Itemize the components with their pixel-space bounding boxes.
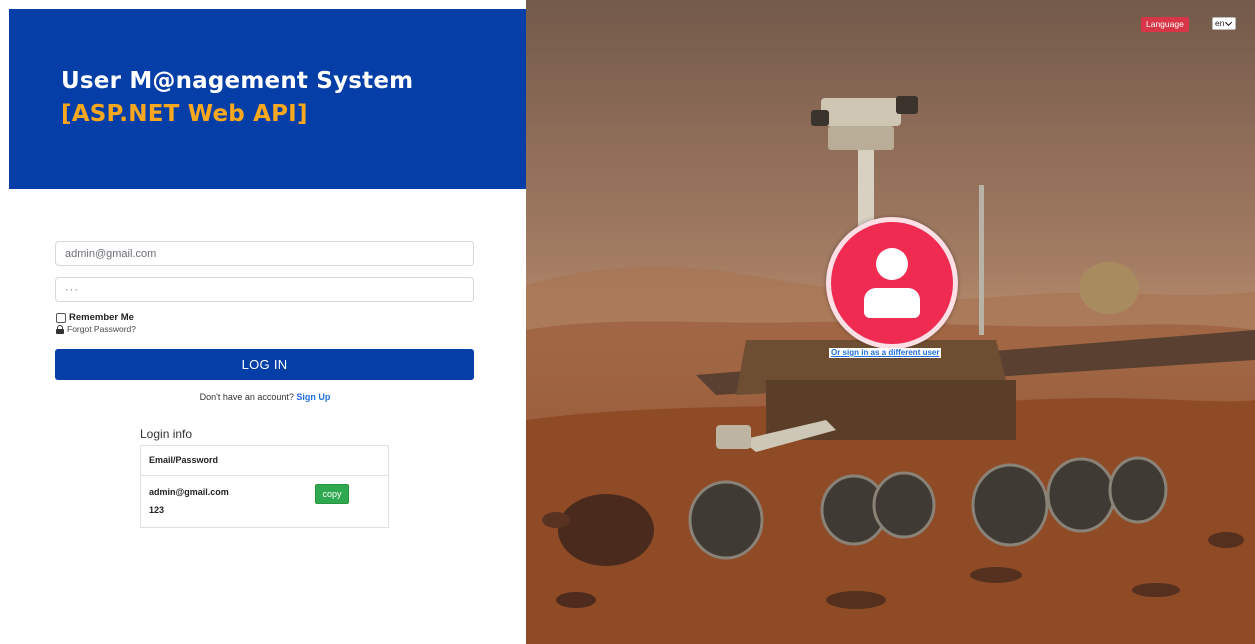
avatar-head	[876, 248, 908, 280]
signup-prompt: Don't have an account? Sign Up	[0, 392, 530, 402]
copy-button[interactable]: copy	[315, 484, 349, 504]
language-value: en	[1215, 18, 1225, 28]
forgot-password-label: Forgot Password?	[67, 324, 136, 334]
login-info-email: admin@gmail.com	[149, 487, 229, 497]
email-field[interactable]	[55, 241, 474, 266]
remember-label: Remember Me	[69, 312, 134, 323]
no-account-text: Don't have an account?	[199, 392, 294, 402]
password-field[interactable]	[55, 277, 474, 302]
app-title-line1: User M@nagement System	[61, 68, 414, 94]
login-info-password: 123	[149, 505, 165, 515]
login-panel: User M@nagement System [ASP.NET Web API]…	[0, 0, 526, 644]
login-page: User M@nagement System [ASP.NET Web API]…	[0, 0, 1255, 644]
avatar-body	[864, 288, 920, 318]
language-select[interactable]: en	[1212, 17, 1236, 30]
signup-link[interactable]: Sign Up	[296, 392, 330, 402]
login-info-card: Email/Password admin@gmail.com 123 copy	[140, 445, 389, 528]
login-info-header: Email/Password	[141, 446, 388, 476]
different-user-link[interactable]: Or sign in as a different user	[829, 348, 942, 358]
brand-header: User M@nagement System [ASP.NET Web API]	[9, 9, 526, 189]
app-title-line2: [ASP.NET Web API]	[61, 101, 308, 127]
login-button[interactable]: LOG IN	[55, 349, 474, 380]
user-avatar-icon[interactable]	[826, 217, 958, 349]
chevron-down-icon	[1225, 18, 1233, 26]
antenna-dish	[1079, 262, 1139, 314]
login-info-title: Login info	[140, 427, 193, 441]
large-rock	[558, 494, 654, 566]
app-title: User M@nagement System [ASP.NET Web API]	[61, 65, 413, 131]
remember-me[interactable]: Remember Me	[56, 312, 134, 323]
language-label: Language	[1141, 17, 1189, 32]
lock-icon	[56, 324, 64, 334]
forgot-password-link[interactable]: Forgot Password?	[56, 324, 136, 334]
remember-checkbox[interactable]	[56, 312, 66, 323]
